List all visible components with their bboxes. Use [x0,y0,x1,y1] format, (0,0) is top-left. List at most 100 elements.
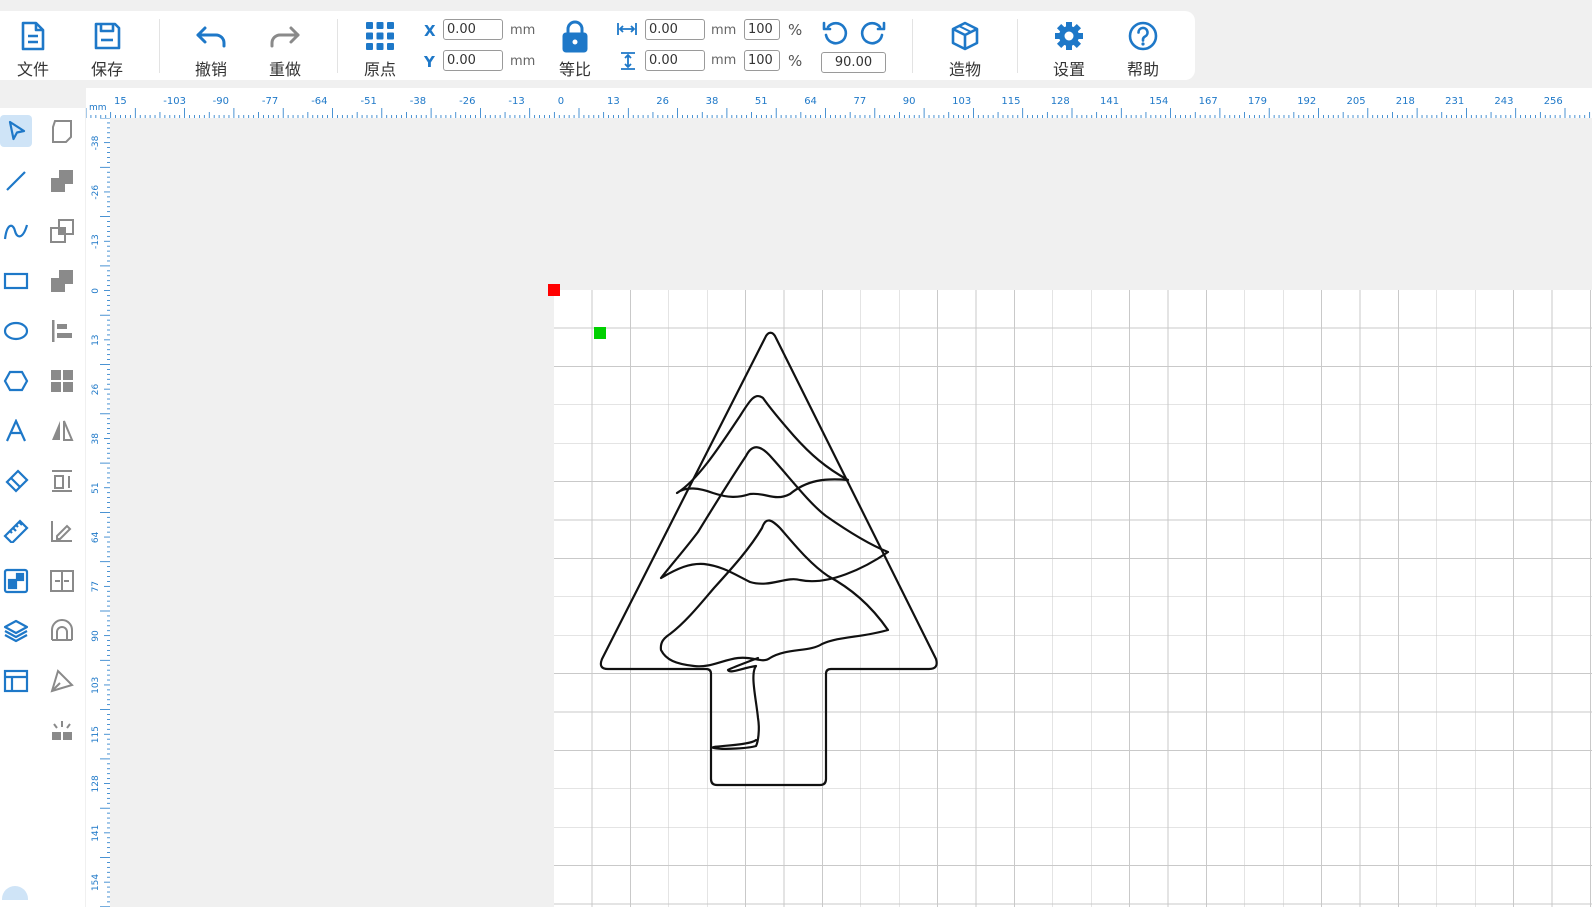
curve-tool[interactable] [0,215,32,247]
polygon-icon [3,370,29,392]
build-button[interactable]: 造物 [935,11,995,80]
sparkle-tool[interactable] [46,715,78,747]
rectangle-tool[interactable] [0,265,32,297]
file-button[interactable]: 文件 [3,11,63,80]
ruler-tick-label: 64 [91,531,101,543]
node-edit-tool[interactable] [46,115,78,147]
toolbar-divider [337,19,338,73]
save-button[interactable]: 保存 [77,11,137,80]
tree-wave-1[interactable] [675,394,850,499]
heart-tool[interactable] [46,615,78,647]
ratio-lock-button[interactable]: 等比 [545,11,605,80]
ruler-tick-label: 167 [1199,96,1218,107]
ruler-tick-label: 26 [656,96,669,107]
ruler-tick-label: 205 [1347,96,1366,107]
grid-arrange-tool[interactable] [46,365,78,397]
ruler-unit-label: mm [89,103,107,113]
distribute-tool[interactable] [46,465,78,497]
width-input[interactable] [645,19,705,40]
help-icon [1128,21,1158,51]
height-percent-input[interactable] [744,50,780,71]
x-position-input[interactable] [443,19,503,40]
tree-trunk-inner[interactable] [711,656,760,750]
eraser-tool[interactable] [0,465,32,497]
ruler-tick-label: 192 [1297,96,1316,107]
curve-icon [3,224,29,240]
layers-icon [3,619,29,643]
tree-drawing[interactable] [110,118,1592,907]
origin-button[interactable]: 原点 [350,11,410,80]
help-button[interactable]: 帮助 [1113,11,1173,80]
line-tool[interactable] [0,165,32,197]
tree-outline[interactable] [599,331,938,787]
rotate-ccw-icon[interactable] [820,18,850,48]
ruler-tick-label: 38 [706,96,719,107]
ruler-tick-label: 141 [91,825,101,842]
ruler-tick-label: 90 [903,96,916,107]
copy-tool[interactable] [46,215,78,247]
combine-icon [51,170,73,192]
origin-label: 原点 [363,60,396,79]
ellipse-tool[interactable] [0,315,32,347]
ruler-tick-label: -13 [91,234,101,249]
ruler-tick-label: 0 [558,96,564,107]
select-tool[interactable] [0,115,32,147]
horizontal-ruler: 15 -103 -90 -77 -64 -51 -38 -26 -13 0 13 26 38 51 64 77… [86,88,1592,118]
redo-button[interactable]: 重做 [255,11,315,80]
text-icon [5,419,27,442]
node-edit-icon [52,120,72,143]
drawing-canvas[interactable] [110,118,1592,907]
y-unit: mm [510,54,536,69]
settings-button[interactable]: 设置 [1039,11,1099,80]
redo-icon [270,26,300,48]
mirror-tool[interactable] [46,415,78,447]
mirror-icon [52,420,74,441]
file-label: 文件 [16,60,49,79]
ruler-tick-label: 231 [1445,96,1464,107]
array-tool[interactable] [0,565,32,597]
ruler-tick-label: -38 [410,96,426,107]
height-input[interactable] [645,50,705,71]
polygon-tool[interactable] [0,365,32,397]
ruler-tick-label: 115 [91,726,101,743]
toolbar-divider [912,19,913,73]
ruler-tick-label: 90 [91,630,101,642]
width-percent-input[interactable] [744,19,780,40]
pen-tool[interactable] [46,665,78,697]
undo-button[interactable]: 撤销 [181,11,241,80]
ruler-tick-label: 103 [91,677,101,694]
text-tool[interactable] [0,415,32,447]
y-position-input[interactable] [443,50,503,71]
collapse-handle[interactable] [2,886,28,900]
ruler-tick-label: -26 [91,185,101,200]
width-icon [617,23,637,35]
height-icon [621,52,635,70]
align-left-icon [52,320,72,342]
combine-tool[interactable] [46,165,78,197]
toolbar-divider [159,19,160,73]
ruler-tick-label: 77 [91,581,101,592]
tree-wave-2[interactable] [659,446,890,585]
rotate-cw-icon[interactable] [858,18,888,48]
ruler-tick-label: 218 [1396,96,1415,107]
tree-wave-3[interactable] [659,519,890,668]
ruler-tick-label: 128 [91,775,101,792]
ruler-tick-label: 38 [91,433,101,445]
sign-tool[interactable] [46,515,78,547]
measure-tool[interactable] [0,515,32,547]
vertical-ruler: -38 -26 -13 0 13 26 38 51 64 77 90 103 115 128 141 154 [86,118,110,907]
ruler-tick-label: 64 [804,96,817,107]
align-left-tool[interactable] [46,315,78,347]
eraser-icon [5,469,29,493]
layers-tool[interactable] [0,615,32,647]
x-unit: mm [510,23,536,38]
ruler-tick-label: 141 [1100,96,1119,107]
y-label: Y [424,53,435,71]
spacing-tool[interactable] [46,565,78,597]
rotation-angle-input[interactable] [821,52,886,73]
ruler-tick-label: 103 [952,96,971,107]
panel-tool[interactable] [0,665,32,697]
ruler-tick-label: -38 [91,135,101,150]
pen-icon [50,669,74,693]
subtract-tool[interactable] [46,265,78,297]
